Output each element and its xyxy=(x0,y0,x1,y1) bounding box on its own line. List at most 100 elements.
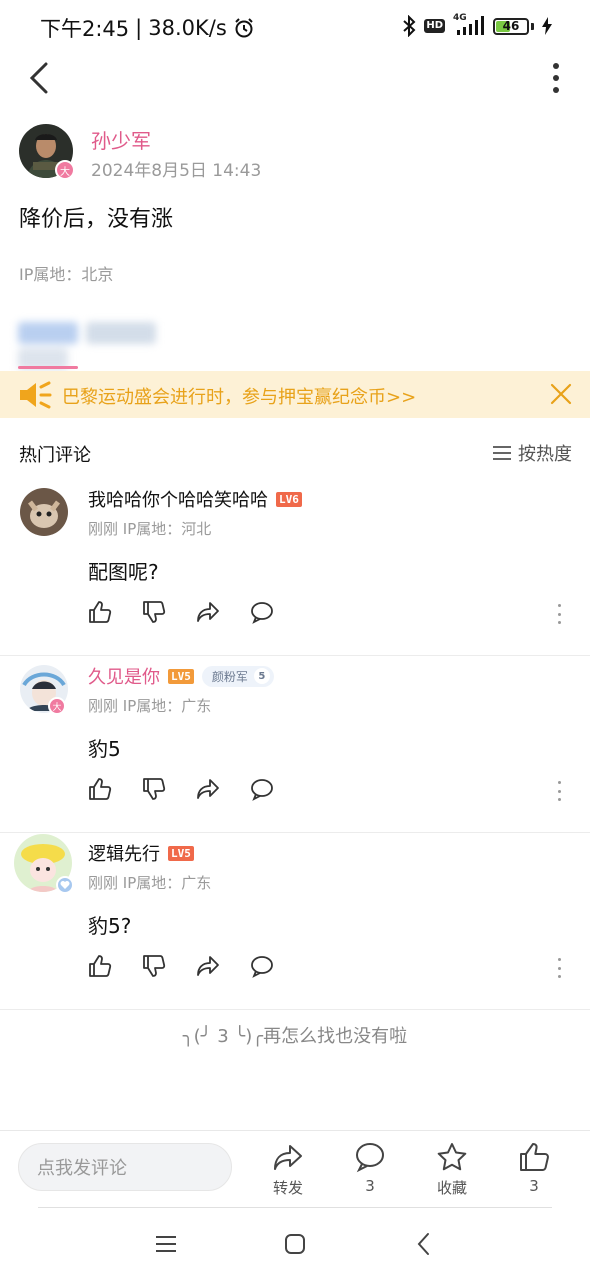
promo-banner[interactable]: 巴黎运动盛会进行时，参与押宝赢纪念币>> xyxy=(0,371,590,418)
fan-badge-label: 颜粉军 xyxy=(211,669,248,684)
more-options-button[interactable] xyxy=(548,60,564,96)
active-tab-indicator xyxy=(18,366,78,369)
status-right: HD 4G 46 xyxy=(402,13,552,37)
star-icon xyxy=(437,1143,467,1171)
thumbs-down-icon[interactable] xyxy=(142,600,166,624)
comment-input[interactable]: 点我发评论 xyxy=(18,1143,232,1191)
thumbs-down-icon[interactable] xyxy=(142,777,166,801)
banner-text[interactable]: 巴黎运动盛会进行时，参与押宝赢纪念币>> xyxy=(62,383,416,409)
status-bar: 下午2:45 | 38.0K/s HD 4G 46 xyxy=(0,0,590,54)
comment-actions xyxy=(88,954,274,978)
commenter-avatar[interactable] xyxy=(20,488,68,536)
network-type: 4G xyxy=(453,13,467,23)
bottom-action-bar: 点我发评论 转发 3 收藏 3 xyxy=(0,1130,590,1208)
status-separator: | xyxy=(135,16,143,40)
system-back-button[interactable] xyxy=(410,1230,438,1258)
blurred-tab-bar[interactable] xyxy=(18,322,218,370)
comment-meta: 刚刚 IP属地：河北 xyxy=(88,520,212,538)
comment-text: 配图呢? xyxy=(88,560,159,584)
author-name[interactable]: 孙少军 xyxy=(91,125,151,154)
speaker-icon xyxy=(18,381,52,413)
thumbs-up-icon[interactable] xyxy=(88,954,112,978)
network-speed: 38.0K/s xyxy=(148,16,227,40)
home-button[interactable] xyxy=(281,1230,309,1258)
thumbs-up-icon[interactable] xyxy=(88,777,112,801)
banner-close-button[interactable] xyxy=(548,381,574,407)
post-text: 降价后，没有涨 xyxy=(19,207,174,232)
end-of-comments-message: ╮(╯ 3 ╰)╭再怎么找也没有啦 xyxy=(182,1026,408,1047)
signal-icon: 4G xyxy=(453,13,485,36)
status-time: 下午2:45 xyxy=(40,17,130,41)
top-nav xyxy=(0,54,590,104)
comment-more-button[interactable] xyxy=(556,781,562,801)
chevron-left-icon xyxy=(29,62,48,94)
favorite-button[interactable]: 收藏 xyxy=(422,1141,482,1198)
comment-meta: 刚刚 IP属地：广东 xyxy=(88,697,212,715)
comment-more-button[interactable] xyxy=(556,958,562,978)
share-icon xyxy=(274,1145,302,1170)
fan-badge-level: 5 xyxy=(253,668,270,684)
sort-button[interactable]: 按热度 xyxy=(492,440,572,466)
comment-header: 我哈哈你个哈哈笑哈哈 LV6 xyxy=(88,486,302,512)
post-time: 2024年8月5日 14:43 xyxy=(91,161,262,181)
share-icon[interactable] xyxy=(196,954,220,978)
repost-button[interactable]: 转发 xyxy=(258,1141,318,1198)
comment-header: 逻辑先行 LV5 xyxy=(88,840,194,866)
charging-icon xyxy=(542,17,552,35)
favorite-label: 收藏 xyxy=(436,1179,467,1197)
level-badge: LV5 xyxy=(168,845,194,861)
sort-lines-icon xyxy=(493,446,511,460)
commenter-heart-badge xyxy=(56,876,74,894)
back-arrow-icon xyxy=(417,1233,429,1255)
verified-badge: 大 xyxy=(55,160,75,180)
comment-icon xyxy=(356,1143,384,1173)
share-icon[interactable] xyxy=(196,600,220,624)
thumbs-down-icon[interactable] xyxy=(142,954,166,978)
alarm-icon xyxy=(233,17,255,39)
sort-label: 按热度 xyxy=(518,444,572,465)
comment-item: 我哈哈你个哈哈笑哈哈 LV6 刚刚 IP属地：河北 配图呢? xyxy=(0,480,590,656)
comment-header: 久见是你 LV5 颜粉军 5 xyxy=(88,663,274,689)
hd-badge: HD xyxy=(424,19,445,33)
home-square-icon xyxy=(285,1234,305,1254)
thumbs-up-icon xyxy=(520,1143,549,1171)
comments-title: 热门评论 xyxy=(19,445,91,466)
reply-icon[interactable] xyxy=(250,600,274,624)
system-nav-bar xyxy=(0,1212,590,1276)
like-count: 3 xyxy=(529,1177,539,1195)
menu-icon xyxy=(156,1236,176,1252)
recent-apps-button[interactable] xyxy=(152,1230,180,1258)
battery-icon: 46 xyxy=(493,17,529,35)
comment-meta: 刚刚 IP属地：广东 xyxy=(88,874,212,892)
commenter-name[interactable]: 逻辑先行 xyxy=(88,840,160,866)
comment-item: 大 久见是你 LV5 颜粉军 5 刚刚 IP属地：广东 豹5 xyxy=(0,657,590,833)
back-button[interactable] xyxy=(24,60,54,96)
share-icon[interactable] xyxy=(196,777,220,801)
comment-text: 豹5? xyxy=(88,914,132,938)
more-vertical-icon xyxy=(553,63,559,93)
commenter-name[interactable]: 我哈哈你个哈哈笑哈哈 xyxy=(88,486,268,512)
reply-icon[interactable] xyxy=(250,954,274,978)
bluetooth-icon xyxy=(402,15,416,37)
comment-button[interactable]: 3 xyxy=(340,1141,400,1195)
status-left: 下午2:45 | 38.0K/s xyxy=(40,13,255,43)
commenter-verified-badge: 大 xyxy=(48,697,66,715)
battery-tip xyxy=(531,22,534,30)
nav-divider xyxy=(38,1207,552,1208)
comment-actions xyxy=(88,777,274,801)
like-button[interactable]: 3 xyxy=(504,1141,564,1195)
close-icon xyxy=(550,383,572,405)
level-badge: LV5 xyxy=(168,668,194,684)
heart-icon xyxy=(60,881,70,889)
commenter-name[interactable]: 久见是你 xyxy=(88,663,160,689)
fan-badge[interactable]: 颜粉军 5 xyxy=(201,665,274,687)
comment-count: 3 xyxy=(365,1177,375,1195)
comment-item: 逻辑先行 LV5 刚刚 IP属地：广东 豹5? xyxy=(0,834,590,1010)
comment-actions xyxy=(88,600,274,624)
thumbs-up-icon[interactable] xyxy=(88,600,112,624)
repost-label: 转发 xyxy=(272,1179,303,1197)
battery-level: 46 xyxy=(502,18,520,33)
comment-more-button[interactable] xyxy=(556,604,562,624)
reply-icon[interactable] xyxy=(250,777,274,801)
level-badge: LV6 xyxy=(276,491,302,507)
